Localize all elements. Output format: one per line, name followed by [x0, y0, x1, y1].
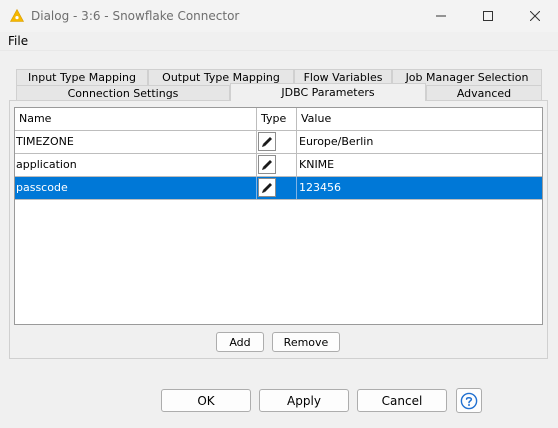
- param-type[interactable]: [257, 131, 297, 153]
- close-icon: [530, 11, 540, 21]
- ok-button[interactable]: OK: [161, 389, 251, 412]
- pencil-icon: [261, 183, 272, 193]
- add-button[interactable]: Add: [216, 332, 264, 352]
- param-value[interactable]: Europe/Berlin: [297, 131, 542, 153]
- apply-button[interactable]: Apply: [259, 389, 349, 412]
- column-header-type[interactable]: Type: [257, 108, 297, 130]
- edit-button[interactable]: [258, 155, 276, 174]
- param-type[interactable]: [257, 154, 297, 176]
- param-value[interactable]: 123456: [297, 177, 542, 199]
- minimize-button[interactable]: [418, 0, 464, 32]
- title-bar: Dialog - 3:6 - Snowflake Connector: [0, 0, 558, 32]
- param-value[interactable]: KNIME: [297, 154, 542, 176]
- param-type[interactable]: [257, 177, 297, 199]
- maximize-icon: [483, 11, 493, 21]
- jdbc-parameters-table[interactable]: Name Type Value TIMEZONE Europe/Berlin a…: [14, 107, 543, 325]
- pencil-icon: [261, 160, 272, 170]
- tab-input-type-mapping[interactable]: Input Type Mapping: [16, 69, 148, 85]
- edit-button[interactable]: [258, 132, 276, 151]
- maximize-button[interactable]: [465, 0, 511, 32]
- tab-connection-settings[interactable]: Connection Settings: [16, 85, 230, 101]
- table-row[interactable]: TIMEZONE Europe/Berlin: [15, 131, 542, 154]
- minimize-icon: [436, 15, 446, 17]
- table-row-selected[interactable]: passcode 123456: [15, 177, 542, 200]
- help-button[interactable]: [456, 388, 482, 413]
- param-name[interactable]: application: [15, 154, 257, 176]
- help-icon: [460, 392, 478, 409]
- remove-button[interactable]: Remove: [272, 332, 340, 352]
- param-name[interactable]: TIMEZONE: [15, 131, 257, 153]
- cancel-button[interactable]: Cancel: [357, 389, 447, 412]
- column-header-name[interactable]: Name: [15, 108, 257, 130]
- window-title: Dialog - 3:6 - Snowflake Connector: [31, 9, 240, 23]
- menu-bar: File: [0, 32, 558, 50]
- table-header: Name Type Value: [15, 108, 542, 131]
- param-name[interactable]: passcode: [15, 177, 257, 199]
- knime-warning-icon: [10, 9, 24, 22]
- column-header-value[interactable]: Value: [297, 108, 542, 130]
- menu-file[interactable]: File: [8, 34, 28, 48]
- close-button[interactable]: [512, 0, 558, 32]
- pencil-icon: [261, 137, 272, 147]
- table-row[interactable]: application KNIME: [15, 154, 542, 177]
- tab-advanced[interactable]: Advanced: [426, 85, 542, 101]
- tab-jdbc-parameters[interactable]: JDBC Parameters: [230, 83, 426, 101]
- edit-button[interactable]: [258, 178, 276, 197]
